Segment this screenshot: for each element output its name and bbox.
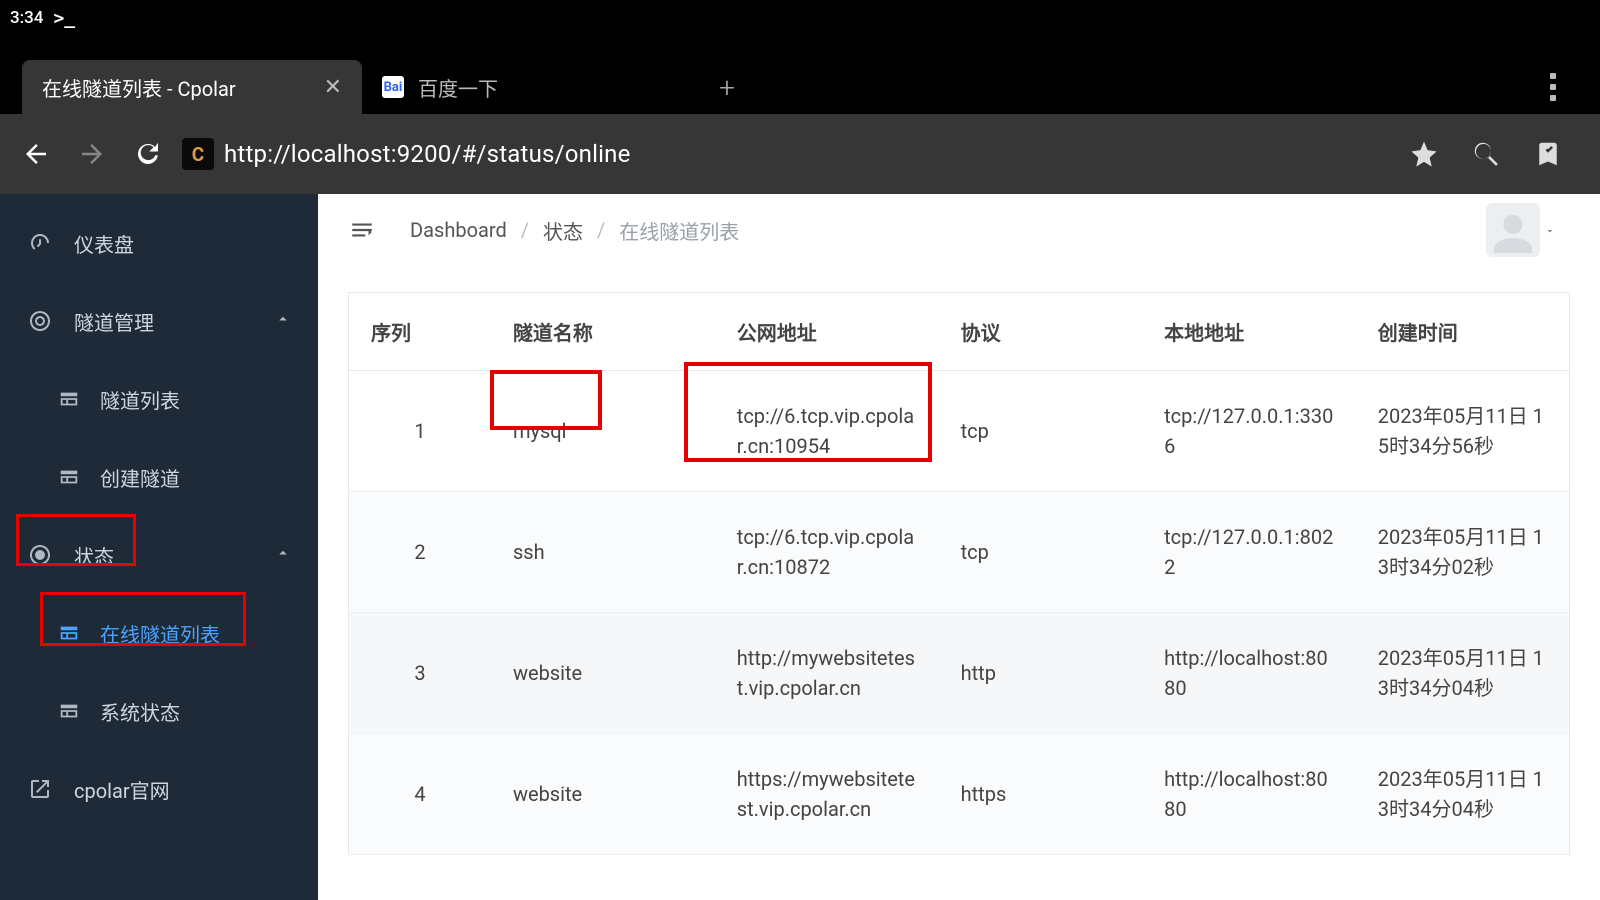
th-protocol: 协议 xyxy=(939,293,1143,371)
cell-public: http://mywebsitetest.vip.cpolar.cn xyxy=(715,613,939,734)
gauge-icon xyxy=(26,229,54,257)
sidebar-label: 隧道管理 xyxy=(74,307,154,336)
favicon-baidu-icon: Bai xyxy=(382,76,404,98)
tab-bar: 在线隧道列表 - Cpolar ✕ Bai 百度一下 + xyxy=(0,36,1600,114)
cell-seq: 2 xyxy=(349,492,491,613)
th-name: 隧道名称 xyxy=(491,293,715,371)
breadcrumb: Dashboard / 状态 / 在线隧道列表 xyxy=(410,216,739,245)
cell-name: ssh xyxy=(491,492,715,613)
th-created: 创建时间 xyxy=(1356,293,1570,371)
site-icon: C xyxy=(182,138,214,170)
page: 仪表盘 隧道管理 隧道列表 创建隧道 状态 xyxy=(0,194,1600,900)
browser-menu-icon[interactable] xyxy=(1528,60,1578,114)
cell-created: 2023年05月11日 13时34分04秒 xyxy=(1356,734,1570,855)
sidebar-label: 仪表盘 xyxy=(74,229,134,258)
cell-public: tcp://6.tcp.vip.cpolar.cn:10954 xyxy=(715,371,939,492)
tab-other[interactable]: Bai 百度一下 xyxy=(362,60,702,114)
table-row: 2 ssh tcp://6.tcp.vip.cpolar.cn:10872 tc… xyxy=(349,492,1570,613)
close-icon[interactable]: ✕ xyxy=(324,75,342,100)
content: 序列 隧道名称 公网地址 协议 本地地址 创建时间 1 mysql tcp://… xyxy=(318,266,1600,881)
sidebar-item-tunnel-mgmt[interactable]: 隧道管理 xyxy=(0,282,318,360)
search-icon[interactable] xyxy=(1460,128,1512,180)
reload-button[interactable] xyxy=(120,126,176,182)
avatar-icon xyxy=(1486,203,1540,257)
new-tab-button[interactable]: + xyxy=(702,60,752,114)
cell-seq: 3 xyxy=(349,613,491,734)
sidebar-item-create-tunnel[interactable]: 创建隧道 xyxy=(0,438,318,516)
tab-title: 在线隧道列表 - Cpolar xyxy=(42,73,236,102)
user-menu[interactable] xyxy=(1486,203,1576,257)
target-icon xyxy=(26,307,54,335)
th-seq: 序列 xyxy=(349,293,491,371)
sidebar: 仪表盘 隧道管理 隧道列表 创建隧道 状态 xyxy=(0,194,318,900)
browser-chrome: 在线隧道列表 - Cpolar ✕ Bai 百度一下 + C http://lo… xyxy=(0,36,1600,194)
chevron-up-icon xyxy=(274,543,292,567)
table-icon xyxy=(56,386,82,412)
cell-name: mysql xyxy=(491,371,715,492)
url-bar: C http://localhost:9200/#/status/online xyxy=(0,114,1600,194)
highlight-box-sidebar-status xyxy=(16,514,136,566)
th-public: 公网地址 xyxy=(715,293,939,371)
table-header-row: 序列 隧道名称 公网地址 协议 本地地址 创建时间 xyxy=(349,293,1570,371)
table-row: 3 website http://mywebsitetest.vip.cpola… xyxy=(349,613,1570,734)
back-button[interactable] xyxy=(8,126,64,182)
sidebar-item-system-status[interactable]: 系统状态 xyxy=(0,672,318,750)
cell-seq: 4 xyxy=(349,734,491,855)
star-icon[interactable] xyxy=(1398,128,1450,180)
breadcrumb-status[interactable]: 状态 xyxy=(543,216,583,245)
chevron-up-icon xyxy=(274,309,292,333)
cell-protocol: https xyxy=(939,734,1143,855)
sidebar-item-cpolar-site[interactable]: cpolar官网 xyxy=(0,750,318,828)
status-time: 3:34 xyxy=(10,8,43,28)
cell-protocol: http xyxy=(939,613,1143,734)
cell-created: 2023年05月11日 13时34分04秒 xyxy=(1356,613,1570,734)
table-icon xyxy=(56,464,82,490)
tab-active[interactable]: 在线隧道列表 - Cpolar ✕ xyxy=(22,60,362,114)
cell-public: tcp://6.tcp.vip.cpolar.cn:10872 xyxy=(715,492,939,613)
sidebar-label: cpolar官网 xyxy=(74,775,170,804)
cell-name: website xyxy=(491,613,715,734)
breadcrumb-separator: / xyxy=(597,218,605,242)
bookmark-icon[interactable] xyxy=(1522,128,1574,180)
th-local: 本地地址 xyxy=(1142,293,1356,371)
sidebar-label: 创建隧道 xyxy=(100,463,180,492)
page-header: Dashboard / 状态 / 在线隧道列表 xyxy=(318,194,1600,266)
breadcrumb-dashboard[interactable]: Dashboard xyxy=(410,218,507,242)
breadcrumb-separator: / xyxy=(521,218,529,242)
cell-name: website xyxy=(491,734,715,855)
cell-local: http://localhost:8080 xyxy=(1142,613,1356,734)
breadcrumb-current: 在线隧道列表 xyxy=(619,216,739,245)
external-link-icon xyxy=(26,775,54,803)
url-input[interactable]: http://localhost:9200/#/status/online xyxy=(224,140,1398,168)
tab-title: 百度一下 xyxy=(418,73,498,102)
sidebar-item-dashboard[interactable]: 仪表盘 xyxy=(0,204,318,282)
sidebar-item-tunnel-list[interactable]: 隧道列表 xyxy=(0,360,318,438)
menu-toggle-button[interactable] xyxy=(342,210,382,250)
terminal-icon: >_ xyxy=(53,8,75,29)
cell-local: tcp://127.0.0.1:3306 xyxy=(1142,371,1356,492)
android-status-bar: 3:34 >_ xyxy=(0,0,1600,36)
main: Dashboard / 状态 / 在线隧道列表 序列 xyxy=(318,194,1600,900)
cell-created: 2023年05月11日 13时34分02秒 xyxy=(1356,492,1570,613)
caret-down-icon xyxy=(1544,218,1556,242)
cell-local: tcp://127.0.0.1:8022 xyxy=(1142,492,1356,613)
table-icon xyxy=(56,698,82,724)
cell-created: 2023年05月11日 15时34分56秒 xyxy=(1356,371,1570,492)
cell-seq: 1 xyxy=(349,371,491,492)
sidebar-label: 隧道列表 xyxy=(100,385,180,414)
cell-local: http://localhost:8080 xyxy=(1142,734,1356,855)
cell-protocol: tcp xyxy=(939,371,1143,492)
cell-protocol: tcp xyxy=(939,492,1143,613)
sidebar-label: 系统状态 xyxy=(100,697,180,726)
table-row: 1 mysql tcp://6.tcp.vip.cpolar.cn:10954 … xyxy=(349,371,1570,492)
tunnels-table: 序列 隧道名称 公网地址 协议 本地地址 创建时间 1 mysql tcp://… xyxy=(348,292,1570,855)
table-row: 4 website https://mywebsitetest.vip.cpol… xyxy=(349,734,1570,855)
highlight-box-sidebar-online xyxy=(40,592,246,646)
forward-button[interactable] xyxy=(64,126,120,182)
cell-public: https://mywebsitetest.vip.cpolar.cn xyxy=(715,734,939,855)
